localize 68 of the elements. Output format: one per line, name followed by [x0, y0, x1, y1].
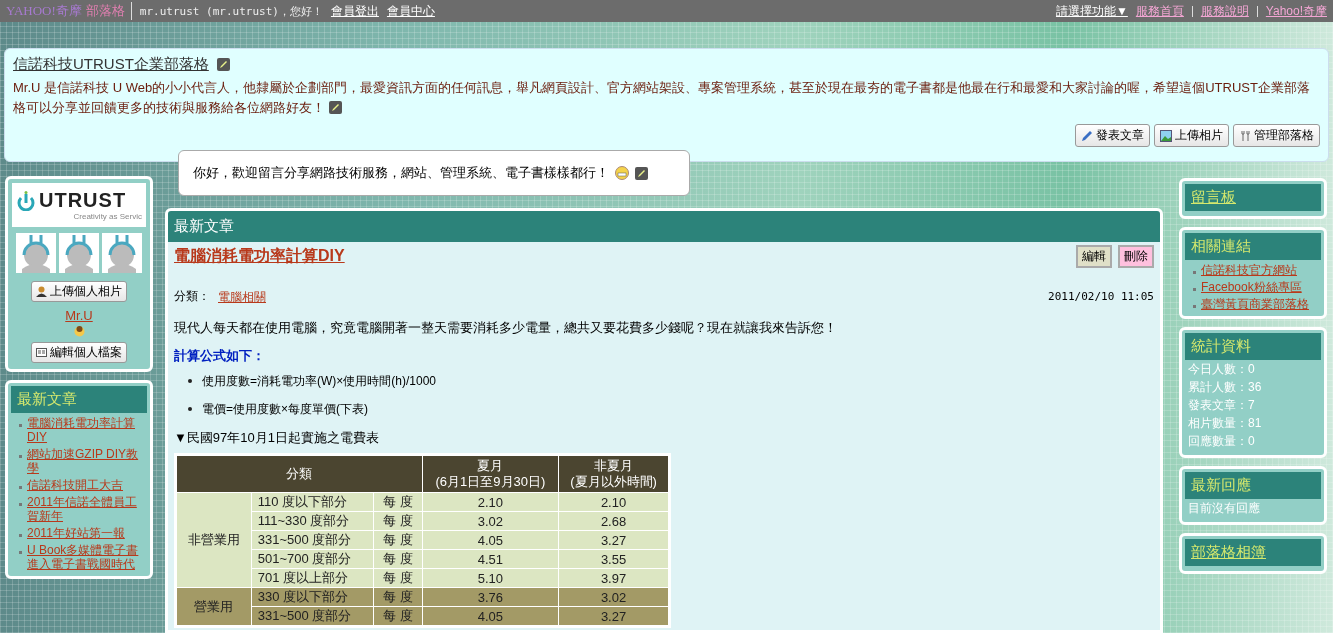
post-date: 2011/02/10 11:05 [1048, 290, 1154, 303]
company-logo: UTRUST Creativity as Servic [12, 183, 146, 227]
smiley-icon [615, 166, 629, 180]
bullet-icon [188, 379, 192, 383]
formula-item: 電價=使用度數×每度單價(下表) [202, 401, 368, 417]
section-title: 最新回應 [1185, 472, 1321, 499]
upload-photo-button[interactable]: 上傳個人相片 [31, 281, 127, 302]
empty-message: 目前沒有回應 [1187, 500, 1261, 517]
section-title: 統計資料 [1185, 333, 1321, 360]
member-link[interactable]: 會員登出 [330, 2, 379, 20]
section-title: 最新文章 [11, 386, 147, 413]
stat-line: 相片數量：81 [1187, 415, 1263, 432]
article-title[interactable]: 電腦消耗電功率計算DIY [174, 246, 345, 267]
post-link[interactable]: 電腦消耗電功率計算DIY [27, 416, 145, 444]
avatar-drawing [59, 233, 99, 273]
edit-icon[interactable] [635, 166, 648, 180]
table-cell: 非營業用 [175, 492, 252, 588]
post-link[interactable]: 2011年信諾全體員工賀新年 [27, 495, 145, 523]
person-icon [36, 286, 47, 297]
pencil-icon [1081, 129, 1093, 142]
table-header: 分類 [175, 454, 423, 493]
service-link[interactable]: 服務說明 [1200, 2, 1249, 20]
section-title: 相關連結 [1185, 233, 1321, 260]
blog-title[interactable]: 信諾科技UTRUST企業部落格 [13, 55, 209, 74]
table-caption: ▼民國97年10月1日起實施之電費表 [174, 429, 381, 447]
avatar-drawing [102, 233, 142, 273]
category-label: 分類： [174, 288, 210, 305]
table-header: 夏月 (6月1日至9月30日) [422, 454, 559, 493]
panel-title: 最新文章 [168, 211, 1160, 242]
edit-profile-button[interactable]: 編輯個人檔案 [31, 342, 127, 363]
card-icon [36, 347, 47, 358]
related-link[interactable]: 信諾科技官方網站 [1201, 263, 1297, 277]
blog-description: Mr.U 是信諾科技 U Web的小小代言人，他隸屬於企劃部門，最愛資訊方面的任何訊息，舉凡網頁設計、官方網站架設、專案管理系統，甚至於現在最夯的電子書都是他最在行和最愛和大家討論的喔，希望這個UTRUST企業部落格可以分享並回饋更多的技術與服務給各位網路好友！ [13, 79, 1311, 117]
related-link[interactable]: Facebook粉絲專區 [1201, 280, 1302, 294]
category-link[interactable]: 電腦相關 [218, 289, 266, 304]
table-cell: 營業用 [175, 587, 252, 627]
post-link[interactable]: 2011年好站第一報 [27, 526, 125, 540]
bubble-text: 你好，歡迎留言分享網路技術服務，網站、管理系統、電子書樣樣都行！ [193, 164, 609, 182]
avatar-drawing [16, 233, 56, 273]
stat-line: 回應數量：0 [1187, 433, 1256, 450]
greeting-text: mr.utrust (mr.utrust)，您好！ [139, 3, 323, 19]
service-link[interactable]: 服務首頁 [1135, 2, 1184, 20]
post-link[interactable]: 信諾科技開工大吉 [27, 478, 123, 492]
post-link[interactable]: 網站加速GZIP DIY教學 [27, 447, 145, 475]
action-button[interactable]: 管理部落格 [1233, 124, 1320, 147]
formula-item: 使用度數=消耗電功率(W)×使用時間(h)/1000 [202, 373, 437, 389]
edit-button[interactable]: 編輯 [1076, 245, 1112, 268]
function-menu[interactable]: 請選擇功能▼ [1055, 2, 1128, 20]
delete-button[interactable]: 刪除 [1118, 245, 1154, 268]
member-link[interactable]: 會員中心 [386, 2, 435, 20]
article-intro: 現代人每天都在使用電腦，究竟電腦開著一整天需要消耗多少電量，總共又要花費多少錢呢？現在就讓我來告訴您！ [174, 319, 838, 337]
picture-icon [1160, 129, 1172, 142]
stat-line: 累計人數：36 [1187, 379, 1263, 396]
table-header: 非夏月 (夏月以外時間) [558, 454, 670, 493]
action-button[interactable]: 發表文章 [1075, 124, 1150, 147]
face-icon [73, 326, 85, 337]
bullet-icon [188, 407, 192, 411]
action-button[interactable]: 上傳相片 [1154, 124, 1229, 147]
formula-heading: 計算公式如下： [174, 347, 266, 365]
logo-product[interactable]: 部落格 [85, 2, 125, 20]
edit-icon[interactable] [328, 101, 342, 114]
service-link[interactable]: Yahoo!奇摩 [1265, 2, 1327, 20]
profile-name[interactable]: Mr.U [65, 308, 93, 323]
stat-line: 發表文章：7 [1187, 397, 1256, 414]
post-link[interactable]: U Book多媒體電子書進入電子書戰國時代 [27, 543, 145, 571]
edit-icon[interactable] [216, 58, 230, 71]
related-link[interactable]: 臺灣黃頁商業部落格 [1201, 297, 1309, 311]
stat-line: 今日人數：0 [1187, 361, 1256, 378]
